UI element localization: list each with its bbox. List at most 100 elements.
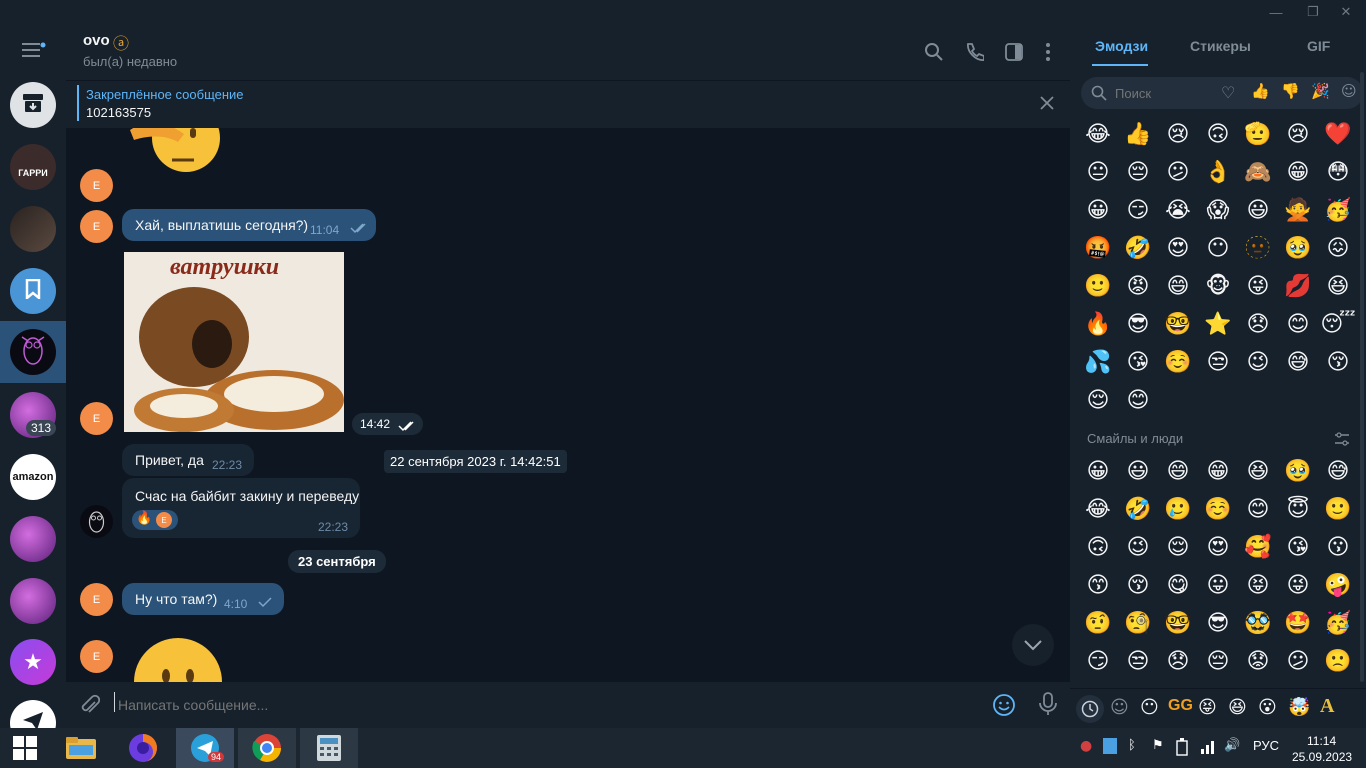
scroll-down-button[interactable] bbox=[1012, 624, 1054, 666]
emoji-item[interactable]: 🙈 bbox=[1238, 153, 1278, 191]
emoji-item[interactable]: 🥰 bbox=[1238, 528, 1278, 566]
emoji-item[interactable]: 👌 bbox=[1198, 153, 1238, 191]
sender-avatar[interactable]: E bbox=[80, 402, 113, 435]
message-bubble[interactable]: Счас на байбит закину и переведу 🔥 E 22:… bbox=[122, 478, 360, 538]
emoji-search-field[interactable]: ♡ 👍 👎 🎉 ☺ bbox=[1081, 77, 1363, 109]
tab-gif[interactable]: GIF bbox=[1307, 38, 1330, 54]
emoji-item[interactable]: 🥳 bbox=[1318, 191, 1358, 229]
emoji-item[interactable]: 😅 bbox=[1318, 452, 1358, 490]
emoji-item[interactable]: 😍 bbox=[1198, 528, 1238, 566]
clock-date[interactable]: 25.09.2023 bbox=[1292, 750, 1352, 764]
emoji-item[interactable]: 😱 bbox=[1198, 191, 1238, 229]
emoji-search-input[interactable] bbox=[1115, 83, 1215, 103]
recent-clock-icon[interactable] bbox=[1076, 695, 1104, 723]
ovo-avatar[interactable] bbox=[80, 505, 113, 538]
emoji-item[interactable]: 😒 bbox=[1198, 343, 1238, 381]
tab-emoji[interactable]: Эмодзи bbox=[1095, 38, 1148, 54]
emoji-item[interactable]: 😄 bbox=[1158, 452, 1198, 490]
starred-chat-item[interactable]: ★ bbox=[10, 639, 56, 685]
emoji-item[interactable]: 🥸 bbox=[1238, 604, 1278, 642]
emoji-item[interactable]: ⭐ bbox=[1198, 305, 1238, 343]
emoji-item[interactable]: 😏 bbox=[1078, 642, 1118, 680]
calculator-icon[interactable] bbox=[300, 728, 358, 768]
emoji-icon[interactable] bbox=[992, 693, 1016, 722]
tray-app-icon[interactable]: ● bbox=[1080, 738, 1092, 754]
emoji-scrollbar[interactable] bbox=[1360, 72, 1364, 682]
emoji-item[interactable]: 😜 bbox=[1238, 267, 1278, 305]
emoji-item[interactable]: 😊 bbox=[1238, 490, 1278, 528]
emoji-item[interactable]: 🥹 bbox=[1278, 229, 1318, 267]
emoji-item[interactable]: 😇 bbox=[1278, 490, 1318, 528]
tab-stickers[interactable]: Стикеры bbox=[1190, 38, 1251, 54]
party-filter-icon[interactable]: 🎉 bbox=[1311, 82, 1330, 100]
emoji-item[interactable]: 😀 bbox=[1078, 191, 1118, 229]
gg-sticker-icon[interactable]: GG bbox=[1168, 697, 1193, 715]
letter-a-pack-icon[interactable]: A bbox=[1320, 695, 1334, 718]
cryptoniks-chat-item-3[interactable] bbox=[10, 578, 56, 624]
emoji-item[interactable]: 💋 bbox=[1278, 267, 1318, 305]
emoji-item[interactable]: 😊 bbox=[1278, 305, 1318, 343]
emoji-pack-icon[interactable]: 😶 bbox=[1140, 697, 1159, 718]
windows-start-icon[interactable] bbox=[0, 728, 50, 768]
emoji-item[interactable]: 🤓 bbox=[1158, 305, 1198, 343]
close-pinned-icon[interactable] bbox=[1040, 96, 1054, 115]
emoji-item[interactable]: 😍 bbox=[1158, 229, 1198, 267]
emoji-item[interactable]: 😕 bbox=[1158, 153, 1198, 191]
file-explorer-icon[interactable] bbox=[52, 728, 110, 768]
pinned-message-bar[interactable]: Закреплённое сообщение 102163575 bbox=[66, 80, 1070, 128]
emoji-item[interactable]: 😘 bbox=[1118, 343, 1158, 381]
hamburger-menu-icon[interactable] bbox=[22, 42, 46, 58]
message-image[interactable]: ватрушки bbox=[124, 252, 344, 432]
emoji-item[interactable]: 😅 bbox=[1278, 343, 1318, 381]
emoji-item[interactable]: 😀 bbox=[1078, 452, 1118, 490]
emoji-item[interactable]: 🫥 bbox=[1238, 229, 1278, 267]
emoji-item[interactable]: 😉 bbox=[1118, 528, 1158, 566]
emoji-item[interactable]: 🔥 bbox=[1078, 305, 1118, 343]
emoji-item[interactable]: 🙂 bbox=[1078, 267, 1118, 305]
emoji-item[interactable]: 😎 bbox=[1198, 604, 1238, 642]
emoji-item[interactable]: 🤣 bbox=[1118, 229, 1158, 267]
emoji-item[interactable]: 💦 bbox=[1078, 343, 1118, 381]
clock-time[interactable]: 11:14 bbox=[1307, 734, 1336, 748]
emoji-item[interactable]: ❤️ bbox=[1318, 115, 1358, 153]
message-input[interactable] bbox=[118, 692, 978, 718]
emoji-item[interactable]: 😁 bbox=[1278, 153, 1318, 191]
emoji-item[interactable]: ☺️ bbox=[1158, 343, 1198, 381]
emoji-pack-2-icon[interactable]: 😝 bbox=[1198, 697, 1217, 718]
message-bubble[interactable]: Хай, выплатишь сегодня?) 11:04 bbox=[122, 209, 376, 241]
emoji-item[interactable]: 😗 bbox=[1318, 528, 1358, 566]
emoji-item[interactable]: 😞 bbox=[1158, 642, 1198, 680]
smile-category-icon[interactable]: ☺ bbox=[1110, 697, 1129, 718]
emoji-pack-3-icon[interactable]: 😆 bbox=[1228, 697, 1247, 718]
emoji-item[interactable]: 😜 bbox=[1278, 566, 1318, 604]
emoji-item[interactable]: 😞 bbox=[1238, 305, 1278, 343]
emoji-item[interactable]: 🙃 bbox=[1198, 115, 1238, 153]
section-settings-icon[interactable] bbox=[1334, 432, 1350, 451]
chrome-icon[interactable] bbox=[238, 728, 296, 768]
message-list[interactable]: E E Хай, выплатишь сегодня?) 11:04 ватру… bbox=[66, 128, 1070, 682]
emoji-item[interactable]: 😖 bbox=[1318, 229, 1358, 267]
sender-avatar[interactable]: E bbox=[80, 583, 113, 616]
emoji-pack-4-icon[interactable]: 😮 bbox=[1258, 697, 1277, 718]
emoji-item[interactable]: 😡 bbox=[1118, 267, 1158, 305]
archive-chat-item[interactable] bbox=[10, 82, 56, 128]
emoji-item[interactable]: 🥳 bbox=[1318, 604, 1358, 642]
cryptoniks-chat-item-2[interactable] bbox=[10, 516, 56, 562]
emoji-item[interactable]: 🙅 bbox=[1278, 191, 1318, 229]
language-indicator[interactable]: РУС bbox=[1253, 738, 1279, 753]
emoji-item[interactable]: 😢 bbox=[1158, 115, 1198, 153]
more-vertical-icon[interactable] bbox=[1044, 42, 1052, 67]
emoji-item[interactable]: 😆 bbox=[1318, 267, 1358, 305]
emoji-item[interactable]: 🫡 bbox=[1238, 115, 1278, 153]
minimize-button[interactable]: — bbox=[1256, 0, 1296, 24]
emoji-item[interactable]: 😶 bbox=[1198, 229, 1238, 267]
emoji-item[interactable]: 🧐 bbox=[1118, 604, 1158, 642]
emoji-item[interactable]: 😒 bbox=[1118, 642, 1158, 680]
close-window-button[interactable]: ✕ bbox=[1326, 0, 1366, 24]
emoji-item[interactable]: 😐 bbox=[1078, 153, 1118, 191]
emoji-item[interactable]: 😎 bbox=[1118, 305, 1158, 343]
emoji-item[interactable]: 😃 bbox=[1118, 452, 1158, 490]
emoji-item[interactable]: 🥲 bbox=[1158, 490, 1198, 528]
thumbs-up-filter-icon[interactable]: 👍 bbox=[1251, 82, 1270, 100]
microphone-icon[interactable] bbox=[1038, 692, 1058, 721]
